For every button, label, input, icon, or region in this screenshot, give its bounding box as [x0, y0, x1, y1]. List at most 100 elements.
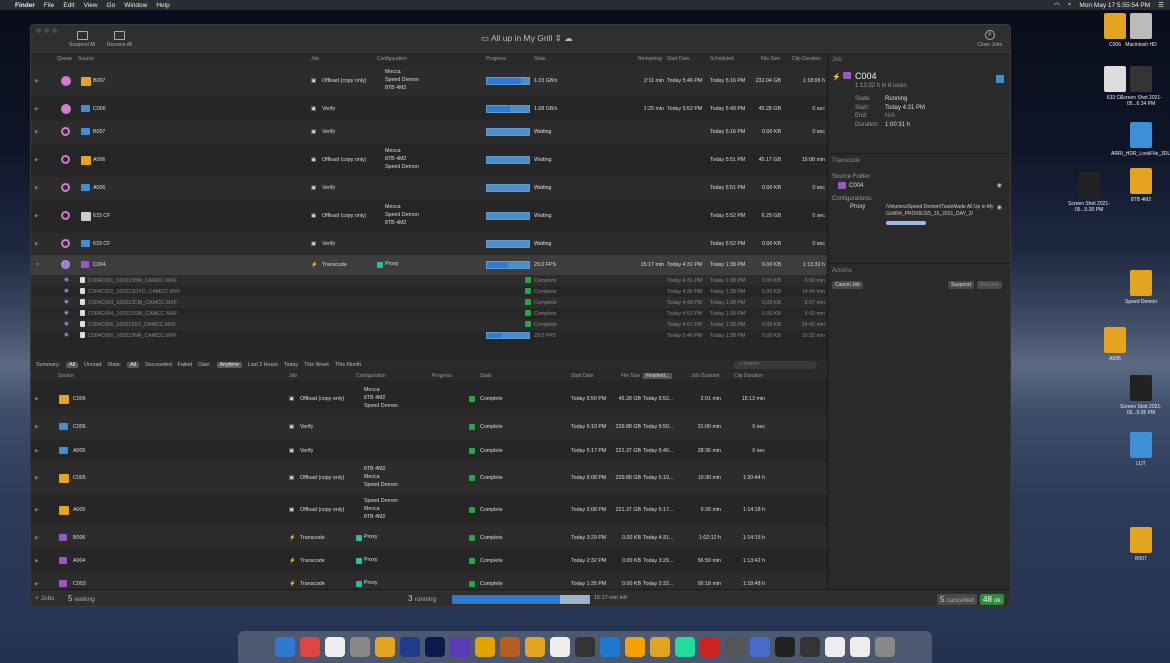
desktop-icon[interactable]: Screen Shot 2021-05...6.34 PM: [1111, 66, 1170, 107]
filter-this-week[interactable]: This Week: [304, 362, 329, 368]
menu-clock[interactable]: Mon May 17 5:55:54 PM: [1079, 2, 1150, 9]
queue-clock-icon[interactable]: [61, 260, 70, 269]
hcol-finished[interactable]: Finished...: [643, 373, 673, 379]
search-icon[interactable]: ⌕: [1068, 1, 1072, 9]
zoom-window-button[interactable]: [52, 28, 57, 33]
desktop-icon[interactable]: A006: [1085, 327, 1145, 362]
dock-app-icon[interactable]: [450, 637, 470, 657]
col-clip-duration[interactable]: Clip Duration: [792, 56, 821, 62]
dock-app-icon[interactable]: [700, 637, 720, 657]
resume-button[interactable]: Resume: [977, 281, 1002, 289]
minimize-window-button[interactable]: [44, 28, 49, 33]
dock-app-icon[interactable]: [625, 637, 645, 657]
disclosure-triangle-icon[interactable]: ▶: [35, 424, 39, 430]
wifi-icon[interactable]: ◠: [1054, 1, 1060, 9]
disclosure-triangle-icon[interactable]: ▶: [35, 185, 39, 191]
queue-play-icon[interactable]: [61, 103, 71, 114]
desktop-icon[interactable]: Speed Demon: [1111, 270, 1170, 305]
col-source[interactable]: Source: [78, 56, 94, 62]
col-configuration[interactable]: Configuration: [377, 56, 407, 62]
dock-app-icon[interactable]: [500, 637, 520, 657]
col-state[interactable]: State: [534, 56, 546, 62]
menu-app-finder[interactable]: Finder: [15, 2, 35, 9]
disclosure-triangle-icon[interactable]: ▶: [35, 78, 39, 84]
queue-play-icon[interactable]: [61, 75, 71, 86]
reveal-icon[interactable]: [996, 75, 1004, 83]
col-remaining[interactable]: Remaining: [638, 56, 662, 62]
history-row[interactable]: ▶ C005 ▣ Offload (copy only) 8TB 4M2 Mecca Spe…: [31, 462, 827, 494]
queue-row[interactable]: ▶ A006 ▣ Offload (copy only) Mecca 8TB 4M2 Spe…: [31, 143, 827, 177]
disclosure-triangle-icon[interactable]: ▶: [35, 241, 39, 247]
hcol-job-duration[interactable]: Job Duration: [691, 373, 719, 379]
dock-app-icon[interactable]: [525, 637, 545, 657]
queue-clock-icon[interactable]: [61, 183, 70, 192]
history-row[interactable]: ▶ A005 ▣ Offload (copy only) Speed Demon Mecc…: [31, 494, 827, 526]
disclosure-triangle-icon[interactable]: ▼: [35, 262, 40, 268]
dock-app-icon[interactable]: [650, 637, 670, 657]
subtask-row[interactable]: ◉ C004C001_160313BM_CAMCC.MXF Complete Toda…: [31, 275, 827, 286]
subtask-row[interactable]: ◉ C004C002_160313OYO_CAMCC.MXF Complete Tod…: [31, 286, 827, 297]
disclosure-triangle-icon[interactable]: ▶: [35, 396, 39, 402]
dock-app-icon[interactable]: [275, 637, 295, 657]
menu-edit[interactable]: Edit: [63, 2, 74, 9]
col-progress[interactable]: Progress: [486, 56, 506, 62]
history-row[interactable]: ▶ C006 ▣ Offload (copy only) Mecca 8TB 4M2 Spe…: [31, 383, 827, 415]
disclosure-triangle-icon[interactable]: ▶: [35, 535, 39, 541]
filter-succeeded[interactable]: Succeeded: [145, 362, 172, 368]
dock-app-icon[interactable]: [300, 637, 320, 657]
history-row[interactable]: ▶ C003 ⚡ Transcode Proxy Complete Today 1:35 P…: [31, 572, 827, 589]
close-jobs-button[interactable]: ✕ Close Jobs: [977, 30, 1002, 48]
disclosure-triangle-icon[interactable]: ▶: [35, 157, 39, 163]
queue-row[interactable]: ▼ C004 ⚡ Transcode Proxy 29.0 FPS 15:17 min Tod…: [31, 255, 827, 275]
hcol-progress[interactable]: Progress: [432, 373, 452, 379]
dock-app-icon[interactable]: [400, 637, 420, 657]
col-scheduled[interactable]: Scheduled: [710, 56, 734, 62]
history-row[interactable]: ▶ B006 ⚡ Transcode Proxy Complete Today 3:29 P…: [31, 526, 827, 549]
queue-row[interactable]: ▶ 633 CF ▣ Offload (copy only) Mecca Speed De…: [31, 199, 827, 233]
dock-app-icon[interactable]: [875, 637, 895, 657]
filter-all[interactable]: All: [66, 362, 79, 368]
menu-file[interactable]: File: [44, 2, 54, 9]
desktop-icon[interactable]: Macintosh HD: [1111, 13, 1170, 48]
hcol-configuration[interactable]: Configuration: [356, 373, 386, 379]
disclosure-triangle-icon[interactable]: ▶: [35, 448, 39, 454]
resume-all-button[interactable]: Resume All: [107, 31, 132, 48]
queue-clock-icon[interactable]: [61, 155, 70, 164]
filter-unread[interactable]: Unread: [84, 362, 101, 368]
filter-state-all[interactable]: All: [127, 362, 140, 368]
queue-clock-icon[interactable]: [61, 127, 70, 136]
disclosure-triangle-icon[interactable]: ▶: [35, 558, 39, 564]
menu-help[interactable]: Help: [156, 2, 169, 9]
col-job[interactable]: Job: [311, 56, 319, 62]
config-reveal-icon[interactable]: ◉: [997, 204, 1002, 211]
queue-row[interactable]: ▶ 633 CF ▣ Verify Waiting Today 5:52 PM 0.00 K…: [31, 233, 827, 255]
hcol-state[interactable]: State: [480, 373, 492, 379]
dock-app-icon[interactable]: [350, 637, 370, 657]
dock-app-icon[interactable]: [575, 637, 595, 657]
history-row[interactable]: ▶ A005 ▣ Verify Complete Today 5:17 PM 221.37 …: [31, 439, 827, 462]
hcol-start-date[interactable]: Start Date: [571, 373, 594, 379]
filter-this-month[interactable]: This Month: [335, 362, 361, 368]
desktop-icon[interactable]: Screen Shot 2021-05...9.05 PM: [1111, 375, 1170, 416]
disclosure-triangle-icon[interactable]: ▶: [35, 213, 39, 219]
dock-app-icon[interactable]: [475, 637, 495, 657]
disclosure-triangle-icon[interactable]: ▶: [35, 475, 39, 481]
dock-app-icon[interactable]: [425, 637, 445, 657]
dock-app-icon[interactable]: [825, 637, 845, 657]
desktop-icon[interactable]: LUT: [1111, 432, 1170, 467]
disclosure-triangle-icon[interactable]: ▶: [35, 507, 39, 513]
history-row[interactable]: ▶ C005 ▣ Verify Complete Today 5:19 PM 239.88 …: [31, 415, 827, 439]
control-center-icon[interactable]: ☰: [1158, 1, 1164, 9]
add-jobs-button[interactable]: + Jobs: [35, 595, 54, 602]
queue-row[interactable]: ▶ C006 ▣ Verify 1.68 GB/s 1:25 min Today 5:52 …: [31, 96, 827, 121]
cancel-job-button[interactable]: Cancel Job: [832, 281, 864, 289]
col-start-date[interactable]: Start Date: [667, 56, 690, 62]
queue-row[interactable]: ▶ B007 ▣ Verify Waiting Today 5:16 PM 0.00 KB 0…: [31, 121, 827, 143]
close-window-button[interactable]: [36, 28, 41, 33]
dock-app-icon[interactable]: [375, 637, 395, 657]
desktop-icon[interactable]: ARRI_HDR_LookFile_3DLUTs_190319: [1111, 122, 1170, 157]
subtask-row[interactable]: ◉ C004C004_160313SW_CAMCC.MXF Complete Toda…: [31, 308, 827, 319]
queue-row[interactable]: ▶ B007 ▣ Offload (copy only) Mecca Speed Demo…: [31, 65, 827, 96]
queue-clock-icon[interactable]: [61, 239, 70, 248]
desktop-icon[interactable]: Screen Shot 2021-05...5.30 PM: [1059, 172, 1119, 213]
